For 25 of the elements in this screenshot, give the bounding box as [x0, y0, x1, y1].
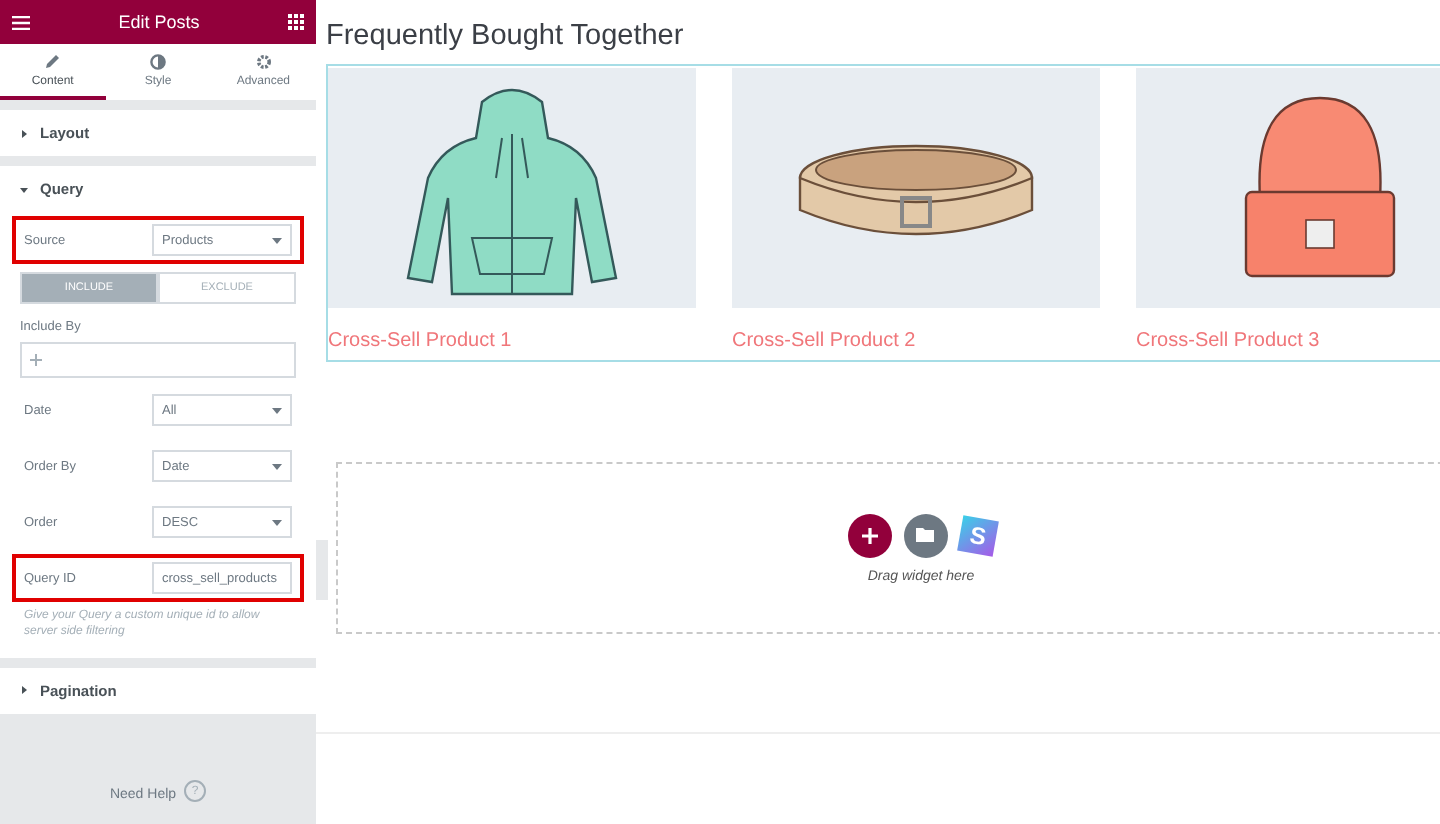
- collapse-handle[interactable]: [316, 540, 328, 600]
- gear-icon: [255, 53, 272, 69]
- product-title[interactable]: Cross-Sell Product 2: [732, 330, 1100, 352]
- caret-right-icon: [20, 686, 28, 695]
- grid-icon[interactable]: [288, 14, 304, 30]
- caret-icon: [272, 407, 282, 413]
- section-heading: Frequently Bought Together: [326, 20, 686, 52]
- caret-down-icon: [20, 185, 28, 193]
- contrast-icon: [150, 53, 166, 69]
- template-button[interactable]: [903, 513, 947, 557]
- plus-icon: [30, 354, 42, 366]
- panel-title: Edit Posts: [118, 12, 200, 32]
- menu-icon[interactable]: [12, 15, 30, 29]
- pencil-icon: [44, 53, 61, 69]
- caret-icon: [272, 463, 282, 469]
- tag-field[interactable]: [20, 342, 296, 378]
- caret-icon: [272, 519, 282, 525]
- caret-right-icon: [20, 129, 28, 137]
- caret-icon: [272, 237, 282, 243]
- add-button[interactable]: [847, 513, 891, 557]
- plus-icon: [861, 527, 877, 543]
- product-title[interactable]: Cross-Sell Product 3: [1136, 330, 1440, 352]
- logo-button[interactable]: S: [956, 514, 998, 556]
- folder-icon: [916, 528, 934, 542]
- product-title[interactable]: Cross-Sell Product 1: [328, 330, 696, 352]
